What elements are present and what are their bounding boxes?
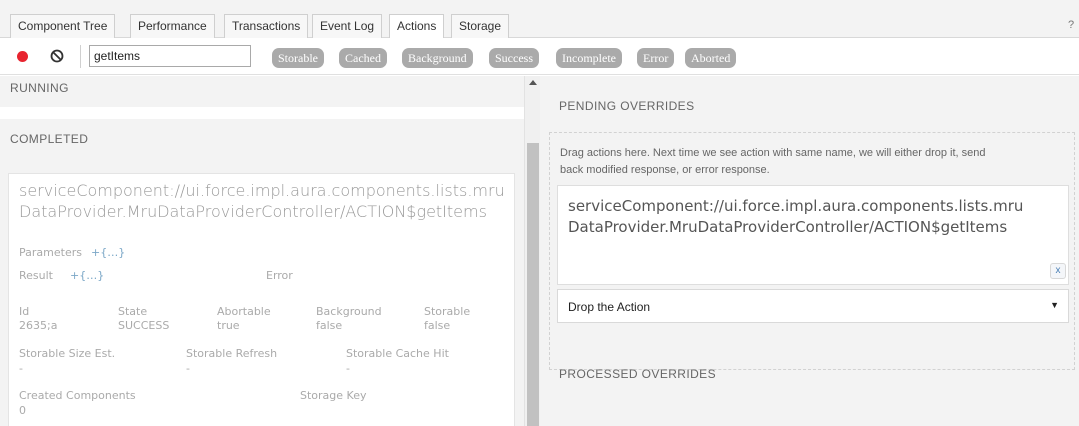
filter-incomplete[interactable]: Incomplete <box>556 48 622 68</box>
storage-key-label: Storage Key <box>300 389 367 402</box>
parameters-expand[interactable]: +{…} <box>91 246 125 259</box>
tab-transactions[interactable]: Transactions <box>224 14 309 38</box>
overrides-panel: PENDING OVERRIDES Drag actions here. Nex… <box>540 76 1079 426</box>
clear-icon[interactable] <box>45 44 69 68</box>
filter-success[interactable]: Success <box>489 48 539 68</box>
filter-aborted[interactable]: Aborted <box>685 48 737 68</box>
override-name-line-1: serviceComponent://ui.force.impl.aura.co… <box>568 197 1024 215</box>
completed-heading: COMPLETED <box>10 132 89 146</box>
drop-zone-hint-line-1: Drag actions here. Next time we see acti… <box>560 147 986 159</box>
filter-background[interactable]: Background <box>402 48 473 68</box>
result-label: Result <box>19 269 53 282</box>
action-card[interactable]: serviceComponent://ui.force.impl.aura.co… <box>8 173 515 426</box>
devtools-tab-bar: Component Tree Performance Transactions … <box>0 0 1079 39</box>
storable-size-label: Storable Size Est. <box>19 347 116 360</box>
id-value: 2635;a <box>19 319 58 332</box>
dropdown-arrow-icon: ▼ <box>1050 300 1059 310</box>
running-heading: RUNNING <box>10 81 69 95</box>
storable-cache-hit-value: - <box>346 362 350 375</box>
pending-overrides-heading: PENDING OVERRIDES <box>559 99 695 113</box>
error-label: Error <box>266 269 293 282</box>
tab-performance[interactable]: Performance <box>130 14 215 38</box>
background-value: false <box>316 319 343 332</box>
filter-error[interactable]: Error <box>637 48 675 68</box>
action-filter-input[interactable] <box>89 45 251 67</box>
abortable-value: true <box>217 319 240 332</box>
processed-overrides-heading: PROCESSED OVERRIDES <box>559 367 716 381</box>
list-scrollbar[interactable] <box>524 76 540 426</box>
scrollbar-thumb[interactable] <box>527 143 539 426</box>
result-expand[interactable]: +{…} <box>70 269 104 282</box>
pending-override-card[interactable]: serviceComponent://ui.force.impl.aura.co… <box>557 185 1069 285</box>
record-icon[interactable] <box>17 51 28 62</box>
action-name-line-1: serviceComponent://ui.force.impl.aura.co… <box>19 181 505 200</box>
actions-list-panel: RUNNING COMPLETED serviceComponent://ui.… <box>0 76 524 426</box>
created-components-label: Created Components <box>19 389 136 402</box>
tab-component-tree[interactable]: Component Tree <box>10 14 116 38</box>
override-action-name: serviceComponent://ui.force.impl.aura.co… <box>568 196 1063 238</box>
section-divider <box>0 107 524 119</box>
storable-value: false <box>424 319 451 332</box>
storable-cache-hit-label: Storable Cache Hit <box>346 347 449 360</box>
filter-storable[interactable]: Storable <box>272 48 324 68</box>
remove-override-button[interactable]: x <box>1050 263 1066 279</box>
tab-event-log[interactable]: Event Log <box>312 14 383 38</box>
storable-refresh-value: - <box>186 362 190 375</box>
abortable-label: Abortable <box>217 305 271 318</box>
drop-zone-hint-line-2: back modified response, or error respons… <box>560 164 770 176</box>
override-name-line-2: DataProvider.MruDataProviderController/A… <box>568 218 1008 236</box>
drop-zone-hint: Drag actions here. Next time we see acti… <box>560 145 1070 179</box>
parameters-label: Parameters <box>19 246 82 259</box>
id-label: Id <box>19 305 30 318</box>
override-mode-value: Drop the Action <box>568 300 651 314</box>
background-label: Background <box>316 305 382 318</box>
action-name[interactable]: serviceComponent://ui.force.impl.aura.co… <box>19 180 509 222</box>
storable-size-value: - <box>19 362 23 375</box>
filter-cached[interactable]: Cached <box>339 48 387 68</box>
help-icon[interactable]: ? <box>1065 14 1077 38</box>
state-value: SUCCESS <box>118 319 170 332</box>
tab-storage[interactable]: Storage <box>451 14 510 38</box>
state-label: State <box>118 305 148 318</box>
actions-toolbar: Storable Cached Background Success Incom… <box>0 38 1079 75</box>
toolbar-divider <box>80 45 81 68</box>
storable-refresh-label: Storable Refresh <box>186 347 278 360</box>
created-components-value: 0 <box>19 404 26 417</box>
override-mode-select[interactable]: Drop the Action ▼ <box>557 289 1069 323</box>
scroll-up-arrow-icon[interactable] <box>529 80 537 85</box>
storable-label: Storable <box>424 305 471 318</box>
action-name-line-2: DataProvider.MruDataProviderController/A… <box>19 202 487 221</box>
tab-actions[interactable]: Actions <box>389 14 445 39</box>
